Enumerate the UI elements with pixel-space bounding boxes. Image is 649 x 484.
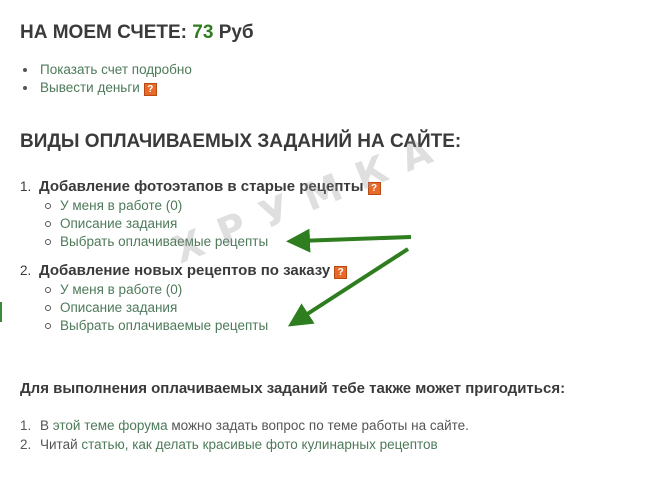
- list-item: Описание задания: [20, 299, 347, 317]
- task-number: 2.: [20, 263, 32, 278]
- list-item: 2. Читай статью, как делать красивые фото…: [20, 435, 469, 454]
- task-number: 1.: [20, 179, 32, 194]
- task-new-recipes: 2. Добавление новых рецептов по заказу? У…: [20, 262, 348, 335]
- photo-article-link[interactable]: статью, как делать красивые фото кулинар…: [81, 437, 437, 452]
- balance-label: НА МОЕМ СЧЕТЕ:: [20, 22, 187, 43]
- list-item: У меня в работе (0): [20, 197, 381, 215]
- useful-list: 1. В этой теме форума можно задать вопрос…: [20, 416, 469, 454]
- in-work-link[interactable]: У меня в работе (0): [60, 282, 182, 297]
- account-links: Показать счет подробно Вывести деньги?: [20, 61, 192, 97]
- list-item: 1. В этой теме форума можно задать вопрос…: [20, 416, 469, 435]
- list-item: Выбрать оплачиваемые рецепты: [20, 317, 347, 335]
- useful-heading: Для выполнения оплачиваемых заданий тебе…: [20, 380, 566, 397]
- left-edge-marker: [0, 302, 2, 322]
- item-prefix: В: [40, 418, 53, 433]
- choose-paid-recipes-link[interactable]: Выбрать оплачиваемые рецепты: [60, 234, 268, 249]
- item-prefix: Читай: [40, 437, 82, 452]
- list-item: Выбрать оплачиваемые рецепты: [20, 233, 381, 251]
- task-links: У меня в работе (0) Описание задания Выб…: [20, 281, 347, 335]
- choose-paid-recipes-link[interactable]: Выбрать оплачиваемые рецепты: [60, 318, 268, 333]
- list-item: Вывести деньги?: [20, 79, 192, 97]
- list-item: У меня в работе (0): [20, 281, 347, 299]
- paid-tasks-heading: ВИДЫ ОПЛАЧИВАЕМЫХ ЗАДАНИЙ НА САЙТЕ:: [20, 131, 462, 152]
- item-number: 1.: [20, 418, 32, 433]
- item-suffix: можно задать вопрос по теме работы на са…: [167, 418, 469, 433]
- task-description-link[interactable]: Описание задания: [60, 300, 177, 315]
- list-item: Показать счет подробно: [20, 61, 192, 79]
- balance-amount: 73: [192, 22, 214, 43]
- balance-currency: Руб: [218, 22, 254, 43]
- task-links: У меня в работе (0) Описание задания Выб…: [20, 197, 381, 251]
- show-account-details-link[interactable]: Показать счет подробно: [40, 62, 192, 77]
- item-number: 2.: [20, 437, 32, 452]
- task-description-link[interactable]: Описание задания: [60, 216, 177, 231]
- withdraw-money-link[interactable]: Вывести деньги: [40, 80, 140, 95]
- in-work-link[interactable]: У меня в работе (0): [60, 198, 182, 213]
- task-title: Добавление фотоэтапов в старые рецепты: [39, 178, 364, 195]
- task-title: Добавление новых рецептов по заказу: [39, 262, 331, 279]
- help-icon[interactable]: ?: [334, 266, 348, 279]
- help-icon[interactable]: ?: [367, 182, 381, 195]
- help-icon[interactable]: ?: [143, 83, 157, 96]
- list-item: Описание задания: [20, 215, 381, 233]
- task-photo-steps: 1. Добавление фотоэтапов в старые рецепты…: [20, 178, 381, 251]
- balance-heading: НА МОЕМ СЧЕТЕ: 73 Руб: [20, 22, 254, 44]
- forum-topic-link[interactable]: этой теме форума: [53, 418, 168, 433]
